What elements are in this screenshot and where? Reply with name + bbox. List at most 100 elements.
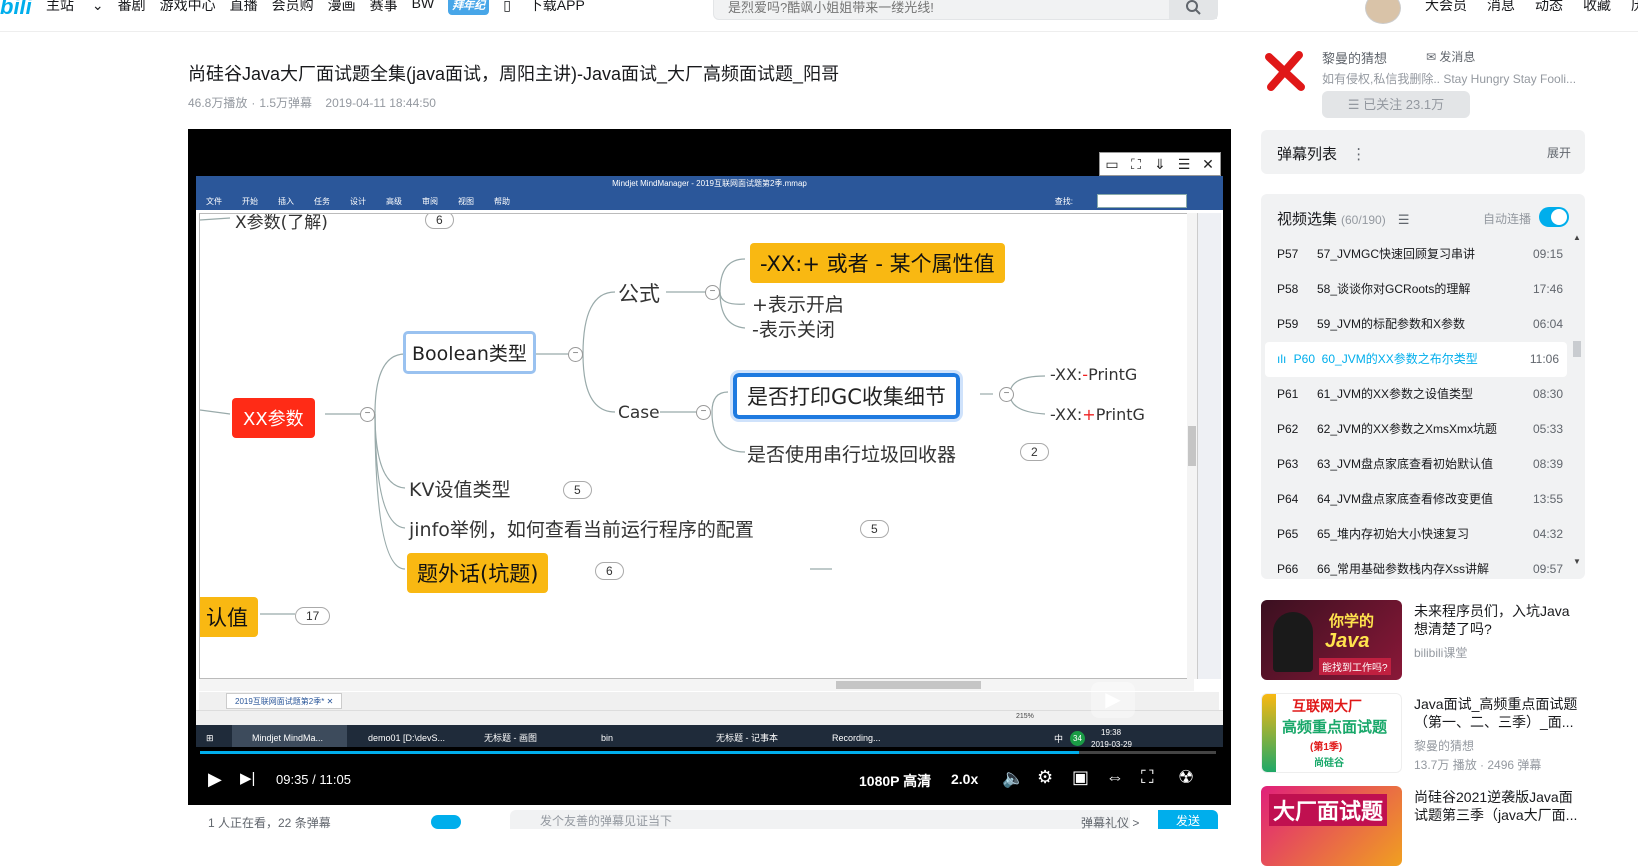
video-player[interactable]: ▭ ⛶ ⇓ ☰ ✕ Mindjet MindManager - 2019互联网面… — [188, 129, 1231, 805]
nav-game-center[interactable]: 游戏中心 — [160, 0, 216, 15]
node-print-gc-minus[interactable]: -XX:-PrintG — [1050, 365, 1137, 384]
nav-new-year-badge[interactable]: 拜年纪 — [448, 0, 490, 15]
collapse-formula-icon[interactable]: − — [705, 285, 720, 300]
episode-item[interactable]: P65 65_堆内存初始大小快速复习 04:32 — [1261, 517, 1571, 552]
mm-side-panel[interactable] — [1197, 213, 1221, 679]
list-view-icon[interactable]: ☰ — [1398, 212, 1410, 227]
menu-icon[interactable]: ☰ — [1172, 153, 1196, 175]
node-jinfo[interactable]: jinfo举例，如何查看当前运行程序的配置 — [409, 515, 754, 542]
mm-zoom-level[interactable]: 215% — [1016, 713, 1034, 720]
episode-item[interactable]: P57 57_JVMGC快速回顾复习串讲 09:15 — [1261, 237, 1571, 272]
recommend-title[interactable]: 尚硅谷2021逆袭版Java面试题第三季（java大厂面... — [1414, 788, 1582, 824]
node-formula[interactable]: 公式 — [618, 278, 660, 308]
recommend-thumbnail[interactable]: 互联网大厂 高频重点面试题 (第1季) 尚硅谷 — [1261, 693, 1402, 773]
recommend-author[interactable]: bilibili课堂 — [1414, 644, 1467, 661]
episode-item[interactable]: P59 59_JVM的标配参数和X参数 06:04 — [1261, 307, 1571, 342]
recommend-thumbnail[interactable]: 你学的 Java 能找到工作吗? — [1261, 600, 1402, 680]
tray-badge[interactable]: 34 — [1070, 731, 1085, 746]
up-name[interactable]: 黎曼的猜想 — [1322, 48, 1387, 67]
search-button[interactable] — [1169, 0, 1217, 19]
mm-menu-advanced[interactable]: 高级 — [386, 196, 402, 207]
settings-icon[interactable]: ⚙ — [1037, 767, 1053, 788]
nav-manga[interactable]: 漫画 — [328, 0, 356, 15]
mm-menu-help[interactable]: 帮助 — [494, 196, 510, 207]
quality-button[interactable]: 1080P 高清 — [859, 771, 931, 791]
autoplay-toggle[interactable] — [1539, 207, 1569, 227]
recommend-item[interactable]: 互联网大厂 高频重点面试题 (第1季) 尚硅谷 Java面试_高频重点面试题（第… — [1261, 693, 1585, 775]
danmaku-etiquette[interactable]: 弹幕礼仪 > — [1081, 814, 1139, 831]
node-plus-open[interactable]: +表示开启 — [752, 290, 844, 317]
close-icon[interactable]: ✕ — [1196, 153, 1220, 175]
send-button[interactable]: 发送 — [1158, 810, 1218, 829]
episode-scrollbar[interactable]: ▲ ▼ — [1573, 233, 1581, 567]
nav-history[interactable]: 历史 — [1631, 0, 1638, 15]
nav-bw[interactable]: BW — [412, 0, 435, 15]
web-fullscreen-icon[interactable]: ⛶ — [1141, 767, 1154, 788]
pip-icon[interactable]: ▣ — [1072, 767, 1089, 788]
fullscreen-region-icon[interactable]: ⛶ — [1124, 153, 1148, 175]
collapse-print-gc-icon[interactable]: − — [999, 387, 1014, 402]
node-aside[interactable]: 题外话(坑题) — [407, 553, 549, 593]
nav-anime[interactable]: 番剧 — [118, 0, 146, 15]
node-x-param[interactable]: X参数(了解) — [235, 214, 328, 233]
nav-vip[interactable]: 大会员 — [1425, 0, 1467, 15]
next-icon[interactable]: ▶| — [240, 769, 255, 787]
mm-vertical-thumb[interactable] — [1188, 426, 1196, 466]
up-avatar[interactable] — [1261, 47, 1309, 95]
episode-item[interactable]: ılı P60 60_JVM的XX参数之布尔类型 11:06 — [1265, 342, 1567, 377]
download-icon[interactable]: ⇓ — [1148, 153, 1172, 175]
search-input[interactable] — [714, 0, 1154, 19]
camera-icon[interactable]: ▭ — [1100, 153, 1124, 175]
recommend-thumbnail[interactable]: 大厂面试题 — [1261, 786, 1402, 866]
mm-horizontal-scrollbar[interactable] — [199, 679, 1194, 691]
episode-item[interactable]: P63 63_JVM盘点家底查看初始默认值 08:39 — [1261, 447, 1571, 482]
scroll-down-icon[interactable]: ▼ — [1573, 557, 1581, 566]
mm-menu-review[interactable]: 审阅 — [422, 196, 438, 207]
node-minus-close[interactable]: -表示关闭 — [752, 315, 835, 342]
volume-icon[interactable]: 🔈 — [1002, 768, 1024, 789]
danmaku-toggle[interactable] — [431, 815, 461, 829]
big-play-icon[interactable]: ▶ — [1091, 682, 1135, 718]
scroll-up-icon[interactable]: ▲ — [1573, 233, 1581, 242]
nav-esports[interactable]: 赛事 — [370, 0, 398, 15]
node-print-gc-plus[interactable]: -XX:+PrintG — [1050, 405, 1145, 424]
mm-menu-insert[interactable]: 插入 — [278, 196, 294, 207]
mm-menu-design[interactable]: 设计 — [350, 196, 366, 207]
bilibili-logo[interactable]: bili — [0, 0, 32, 20]
mm-doc-tab[interactable]: 2019互联网面试题第2季* ✕ — [226, 693, 343, 709]
nav-download-app[interactable]: ▯ 下载APP — [503, 0, 599, 15]
episode-item[interactable]: P66 66_常用基础参数栈内存Xss讲解 09:57 — [1261, 552, 1571, 579]
episode-item[interactable]: P64 64_JVM盘点家底查看修改变更值 13:55 — [1261, 482, 1571, 517]
play-icon[interactable]: ▶ — [208, 769, 222, 790]
follow-button[interactable]: ☰ 已关注 23.1万 — [1322, 91, 1470, 118]
episode-item[interactable]: P58 58_谈谈你对GCRoots的理解 17:46 — [1261, 272, 1571, 307]
mm-menu-home[interactable]: 开始 — [242, 196, 258, 207]
mm-menu-task[interactable]: 任务 — [314, 196, 330, 207]
mm-horizontal-thumb[interactable] — [836, 681, 981, 689]
danmaku-input[interactable]: 发个友善的弹幕见证当下 — [510, 810, 1130, 829]
collapse-case-icon[interactable]: − — [696, 405, 711, 420]
user-avatar[interactable] — [1365, 0, 1401, 24]
node-xx-param[interactable]: XX参数 — [232, 398, 315, 438]
mindmap-canvas[interactable]: X参数(了解) 6 XX参数 − Boolean类型 − 公式 − -XX:+ … — [199, 213, 1194, 679]
nav-shop[interactable]: 会员购 — [272, 0, 314, 15]
recommend-author[interactable]: 黎曼的猜想 — [1414, 737, 1474, 754]
nav-main-site[interactable]: 主站 ⌄ — [46, 0, 104, 15]
speed-button[interactable]: 2.0x — [951, 771, 978, 787]
collapse-boolean-icon[interactable]: − — [568, 347, 583, 362]
node-serial-gc[interactable]: 是否使用串行垃圾回收器 — [747, 440, 956, 467]
mm-find-input[interactable] — [1097, 194, 1187, 208]
nav-messages[interactable]: 消息 — [1487, 0, 1515, 15]
mm-menu-file[interactable]: 文件 — [206, 196, 222, 207]
node-default-value[interactable]: 认值 — [200, 597, 258, 637]
recommend-item[interactable]: 你学的 Java 能找到工作吗? 未来程序员们，入坑Java想清楚了吗? bil… — [1261, 600, 1585, 682]
node-boolean-type[interactable]: Boolean类型 — [403, 331, 536, 374]
recommend-title[interactable]: 未来程序员们，入坑Java想清楚了吗? — [1414, 602, 1582, 638]
node-case[interactable]: Case — [618, 403, 660, 423]
node-formula-value[interactable]: -XX:+ 或者 - 某个属性值 — [750, 243, 1005, 283]
mm-menu-view[interactable]: 视图 — [458, 196, 474, 207]
recommend-title[interactable]: Java面试_高频重点面试题（第一、二、三季）_面... — [1414, 695, 1582, 731]
widescreen-icon[interactable]: ⇔ — [1106, 767, 1124, 788]
danmaku-list-header[interactable]: 弹幕列表 ⋮ 展开 — [1261, 130, 1585, 174]
danmaku-expand[interactable]: 展开 — [1547, 144, 1571, 161]
